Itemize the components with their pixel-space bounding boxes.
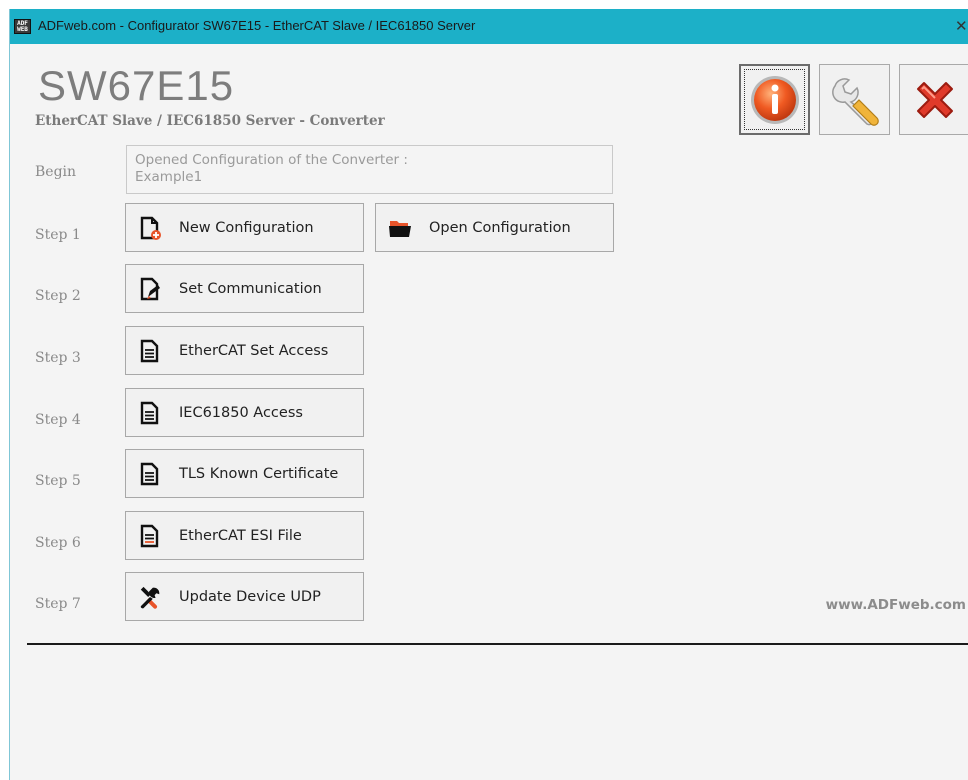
ethercat-esi-file-button[interactable]: EtherCAT ESI File xyxy=(125,511,364,560)
title-bar[interactable]: ADF WEB ADFweb.com - Configurator SW67E1… xyxy=(10,9,968,44)
step-2-label: Step 2 xyxy=(35,288,81,304)
ethercat-set-access-label: EtherCAT Set Access xyxy=(179,342,329,359)
update-device-udp-label: Update Device UDP xyxy=(179,588,321,605)
red-x-icon xyxy=(916,81,953,118)
open-configuration-button[interactable]: Open Configuration xyxy=(375,203,614,252)
step-6-label: Step 6 xyxy=(35,535,81,551)
info-icon xyxy=(750,75,799,124)
document-icon xyxy=(138,524,162,548)
tools-icon xyxy=(138,585,162,609)
opened-configuration-box: Opened Configuration of the Converter : … xyxy=(126,145,613,194)
step-1-label: Step 1 xyxy=(35,227,81,243)
configuration-name: Example1 xyxy=(135,169,203,185)
exit-button[interactable] xyxy=(899,64,968,135)
document-icon xyxy=(138,401,162,425)
wrench-icon xyxy=(831,77,879,126)
tls-known-certificate-button[interactable]: TLS Known Certificate xyxy=(125,449,364,498)
window-title: ADFweb.com - Configurator SW67E15 - Ethe… xyxy=(38,18,476,33)
new-document-icon xyxy=(138,216,162,240)
step-4-label: Step 4 xyxy=(35,412,81,428)
website-link[interactable]: www.ADFweb.com xyxy=(826,597,966,613)
set-communication-label: Set Communication xyxy=(179,280,322,297)
info-button[interactable] xyxy=(739,64,810,135)
edit-document-icon xyxy=(138,277,162,301)
document-icon xyxy=(138,339,162,363)
step-7-label: Step 7 xyxy=(35,596,81,612)
document-icon xyxy=(138,462,162,486)
new-configuration-button[interactable]: New Configuration xyxy=(125,203,364,252)
folder-icon xyxy=(388,216,412,240)
product-name: SW67E15 xyxy=(38,62,235,109)
divider-line xyxy=(27,643,968,645)
begin-label: Begin xyxy=(35,164,77,180)
ethercat-esi-file-label: EtherCAT ESI File xyxy=(179,527,302,544)
new-configuration-label: New Configuration xyxy=(179,219,314,236)
ethercat-set-access-button[interactable]: EtherCAT Set Access xyxy=(125,326,364,375)
settings-button[interactable] xyxy=(819,64,890,135)
iec61850-access-label: IEC61850 Access xyxy=(179,404,303,421)
window-close-button[interactable]: ✕ xyxy=(955,17,968,35)
product-subtitle: EtherCAT Slave / IEC61850 Server - Conve… xyxy=(35,113,385,129)
update-device-udp-button[interactable]: Update Device UDP xyxy=(125,572,364,621)
opened-configuration-text: Opened Configuration of the Converter : xyxy=(135,152,408,168)
tls-known-certificate-label: TLS Known Certificate xyxy=(179,465,339,482)
app-logo-icon: ADF WEB xyxy=(14,19,31,34)
open-configuration-label: Open Configuration xyxy=(429,219,571,236)
step-5-label: Step 5 xyxy=(35,473,81,489)
set-communication-button[interactable]: Set Communication xyxy=(125,264,364,313)
configurator-window: ADF WEB ADFweb.com - Configurator SW67E1… xyxy=(9,9,968,780)
step-3-label: Step 3 xyxy=(35,350,81,366)
iec61850-access-button[interactable]: IEC61850 Access xyxy=(125,388,364,437)
